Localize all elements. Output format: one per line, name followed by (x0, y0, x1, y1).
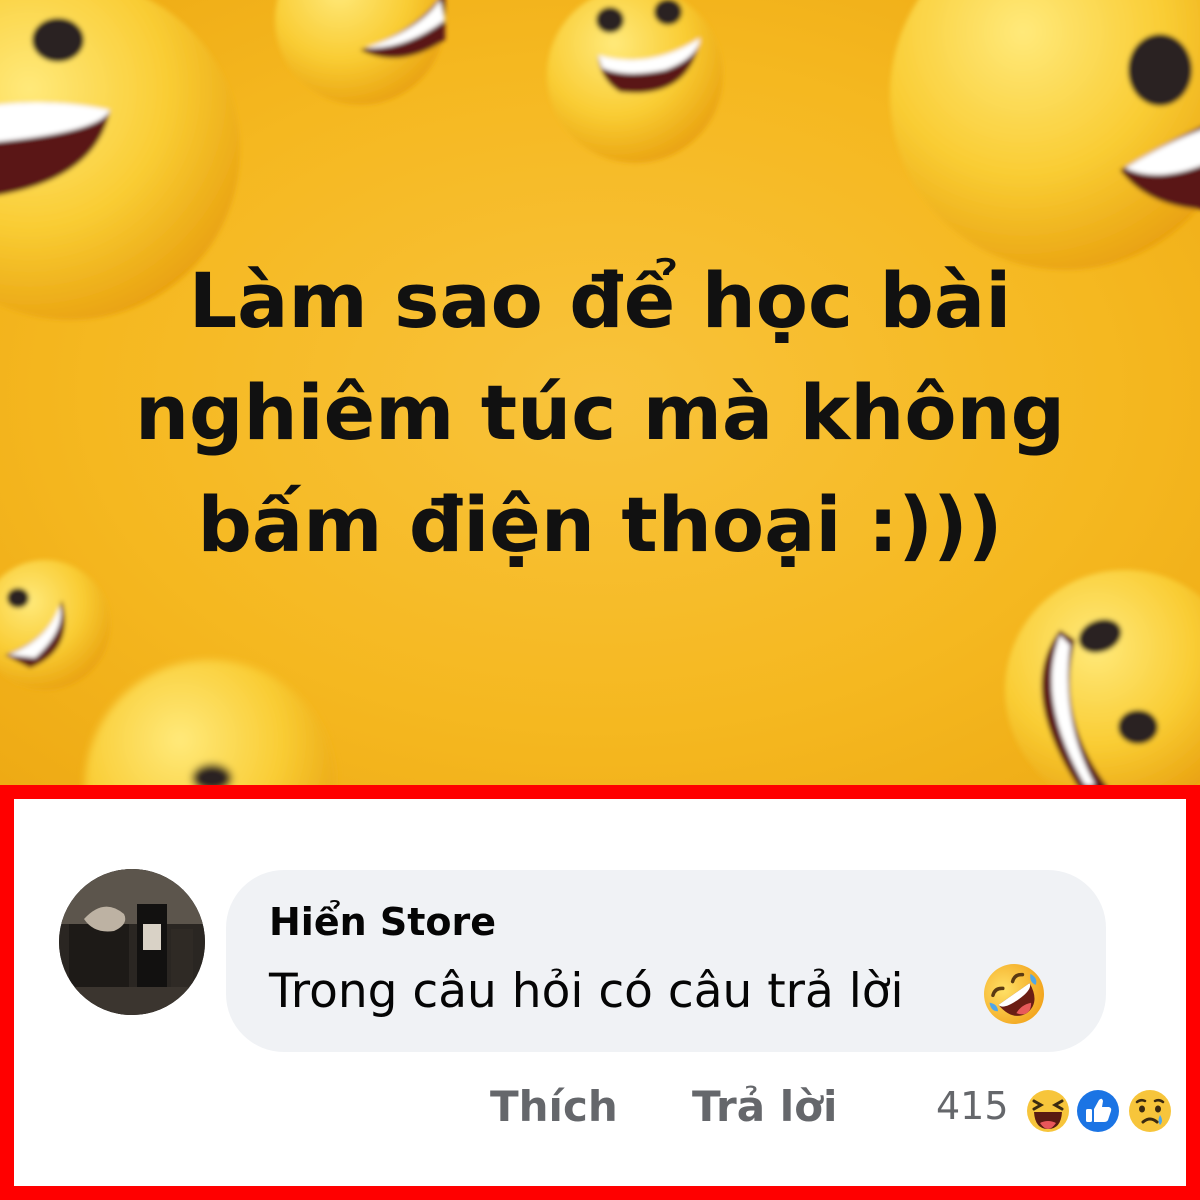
caption-line: bấm điện thoại :))) (197, 480, 1003, 569)
like-reaction-icon[interactable] (1072, 1085, 1124, 1137)
laughing-emoji-icon (85, 660, 335, 785)
avatar[interactable] (59, 869, 205, 1015)
reply-button[interactable]: Trả lời (692, 1082, 837, 1131)
haha-reaction-icon[interactable] (1022, 1085, 1074, 1137)
caption-line: Làm sao để học bài (188, 256, 1012, 345)
post-caption: Làm sao để học bài nghiêm túc mà không b… (0, 245, 1200, 581)
like-button[interactable]: Thích (490, 1082, 618, 1131)
comment-bubble[interactable] (226, 870, 1106, 1052)
laughing-emoji-icon (547, 0, 723, 163)
caption-line: nghiêm túc mà không (134, 368, 1066, 457)
post-image[interactable]: Làm sao để học bài nghiêm túc mà không b… (0, 0, 1200, 785)
comment-text: Trong câu hỏi có câu trả lời (269, 964, 904, 1019)
laughing-emoji-icon (1005, 570, 1200, 785)
laughing-emoji-icon (890, 0, 1200, 270)
reaction-count[interactable]: 415 (936, 1084, 1009, 1128)
comment-author-name[interactable]: Hiển Store (269, 900, 496, 944)
laughing-emoji-icon (275, 0, 445, 105)
sad-reaction-icon[interactable] (1124, 1085, 1176, 1137)
comment-highlight-frame: Hiển Store Trong câu hỏi có câu trả lời … (0, 785, 1200, 1200)
rolling-on-floor-laughing-emoji-icon (984, 964, 1044, 1024)
avatar-photo (59, 869, 205, 1015)
